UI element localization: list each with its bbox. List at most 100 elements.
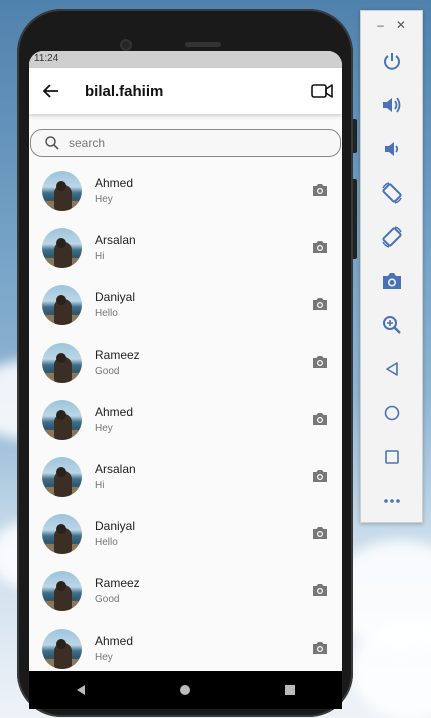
search-icon: [45, 136, 59, 150]
arrow-left-icon: [43, 84, 58, 98]
nav-back-icon[interactable]: [75, 684, 87, 696]
chat-text: Arsalan Hi: [95, 233, 136, 262]
search-input[interactable]: [69, 136, 289, 150]
emulator-overview-button[interactable]: [361, 435, 422, 479]
camera-icon: [313, 298, 327, 311]
app-bar: bilal.fahiim: [29, 68, 342, 114]
emulator-toolbar: – ✕: [360, 10, 423, 523]
more-horizontal-icon: [383, 499, 400, 503]
power-icon: [383, 53, 400, 70]
last-message: Hello: [95, 537, 118, 549]
back-button[interactable]: [29, 84, 73, 98]
contact-name: Ahmed: [95, 404, 134, 419]
last-message: Hello: [95, 308, 118, 320]
last-message: Hey: [95, 651, 113, 663]
camera-button[interactable]: [312, 297, 328, 316]
chat-text: Daniyal Hello: [95, 290, 135, 319]
camera-button[interactable]: [312, 583, 328, 602]
emulator-back-button[interactable]: [361, 347, 422, 391]
rotate-right-button[interactable]: [361, 215, 422, 259]
chat-text: Rameez Good: [95, 576, 140, 605]
rotate-right-icon: [381, 226, 402, 248]
video-call-button[interactable]: [302, 83, 342, 99]
contact-name: Arsalan: [95, 461, 136, 476]
camera-button[interactable]: [312, 183, 328, 202]
camera-button[interactable]: [312, 412, 328, 431]
avatar: [42, 285, 82, 326]
contact-name: Ahmed: [95, 633, 134, 648]
volume-down-button[interactable]: [361, 127, 422, 171]
last-message: Hi: [95, 479, 105, 491]
camera-button[interactable]: [312, 641, 328, 660]
chat-text: Daniyal Hello: [95, 519, 135, 548]
nav-home-icon[interactable]: [179, 684, 191, 696]
chat-text: Arsalan Hi: [95, 462, 136, 491]
triangle-back-icon: [385, 362, 398, 376]
contact-name: Rameez: [95, 576, 140, 591]
chat-row[interactable]: Daniyal Hello: [29, 277, 342, 334]
camera-icon: [313, 584, 327, 597]
nav-overview-icon[interactable]: [284, 684, 296, 696]
camera-icon: [313, 355, 327, 368]
camera-icon: [313, 527, 327, 540]
last-message: Hi: [95, 251, 105, 263]
avatar: [42, 399, 82, 440]
chat-list: Ahmed Hey Arsalan Hi Daniyal Hello Ramee…: [29, 163, 342, 678]
last-message: Hey: [95, 422, 113, 434]
power-button[interactable]: [361, 39, 422, 83]
zoom-button[interactable]: [361, 303, 422, 347]
chat-row[interactable]: Daniyal Hello: [29, 506, 342, 563]
chat-row[interactable]: Rameez Good: [29, 563, 342, 620]
chat-row[interactable]: Ahmed Hey: [29, 163, 342, 220]
status-time: 11:24: [34, 53, 59, 64]
avatar: [42, 456, 82, 497]
square-overview-icon: [384, 450, 399, 464]
camera-icon: [313, 641, 327, 654]
camera-button[interactable]: [312, 355, 328, 374]
phone-power-key: [353, 119, 357, 153]
search-bar[interactable]: [30, 129, 341, 157]
rotate-left-button[interactable]: [361, 171, 422, 215]
last-message: Hey: [95, 194, 113, 205]
last-message: Good: [95, 365, 120, 377]
front-camera: [120, 39, 132, 51]
volume-up-icon: [382, 97, 400, 113]
chat-row[interactable]: Ahmed Hey: [29, 621, 342, 678]
status-bar: 11:24: [29, 51, 342, 68]
contact-name: Ahmed: [95, 176, 134, 190]
circle-home-icon: [384, 405, 399, 421]
contact-name: Daniyal: [95, 519, 136, 534]
volume-down-icon: [384, 142, 398, 156]
video-camera-icon: [311, 84, 333, 98]
contact-name: Arsalan: [95, 233, 136, 248]
chat-text: Ahmed Hey: [95, 405, 133, 434]
rotate-left-icon: [381, 182, 402, 204]
system-nav-bar: [29, 671, 342, 709]
contact-name: Daniyal: [95, 290, 136, 305]
avatar: [42, 571, 82, 612]
camera-icon: [313, 469, 327, 482]
camera-button[interactable]: [312, 240, 328, 259]
chat-row[interactable]: Rameez Good: [29, 335, 342, 392]
emulator-home-button[interactable]: [361, 391, 422, 435]
app-screen: 11:24 bilal.fahiim Ahmed: [29, 51, 342, 705]
chat-row[interactable]: Arsalan Hi: [29, 220, 342, 277]
chat-row[interactable]: Ahmed Hey: [29, 392, 342, 449]
phone-volume-key: [353, 179, 357, 259]
avatar: [42, 514, 82, 555]
volume-up-button[interactable]: [361, 83, 422, 127]
last-message: Good: [95, 594, 120, 606]
camera-icon: [313, 412, 327, 425]
more-button[interactable]: [361, 479, 422, 523]
earpiece-speaker: [185, 42, 221, 47]
camera-button[interactable]: [312, 526, 328, 545]
camera-button[interactable]: [312, 469, 328, 488]
avatar: [42, 342, 82, 383]
avatar: [42, 628, 82, 669]
screenshot-button[interactable]: [361, 259, 422, 303]
minimize-icon[interactable]: –: [377, 18, 384, 32]
zoom-in-icon: [382, 316, 401, 334]
contact-name: Rameez: [95, 347, 140, 362]
close-icon[interactable]: ✕: [396, 18, 406, 32]
chat-row[interactable]: Arsalan Hi: [29, 449, 342, 506]
